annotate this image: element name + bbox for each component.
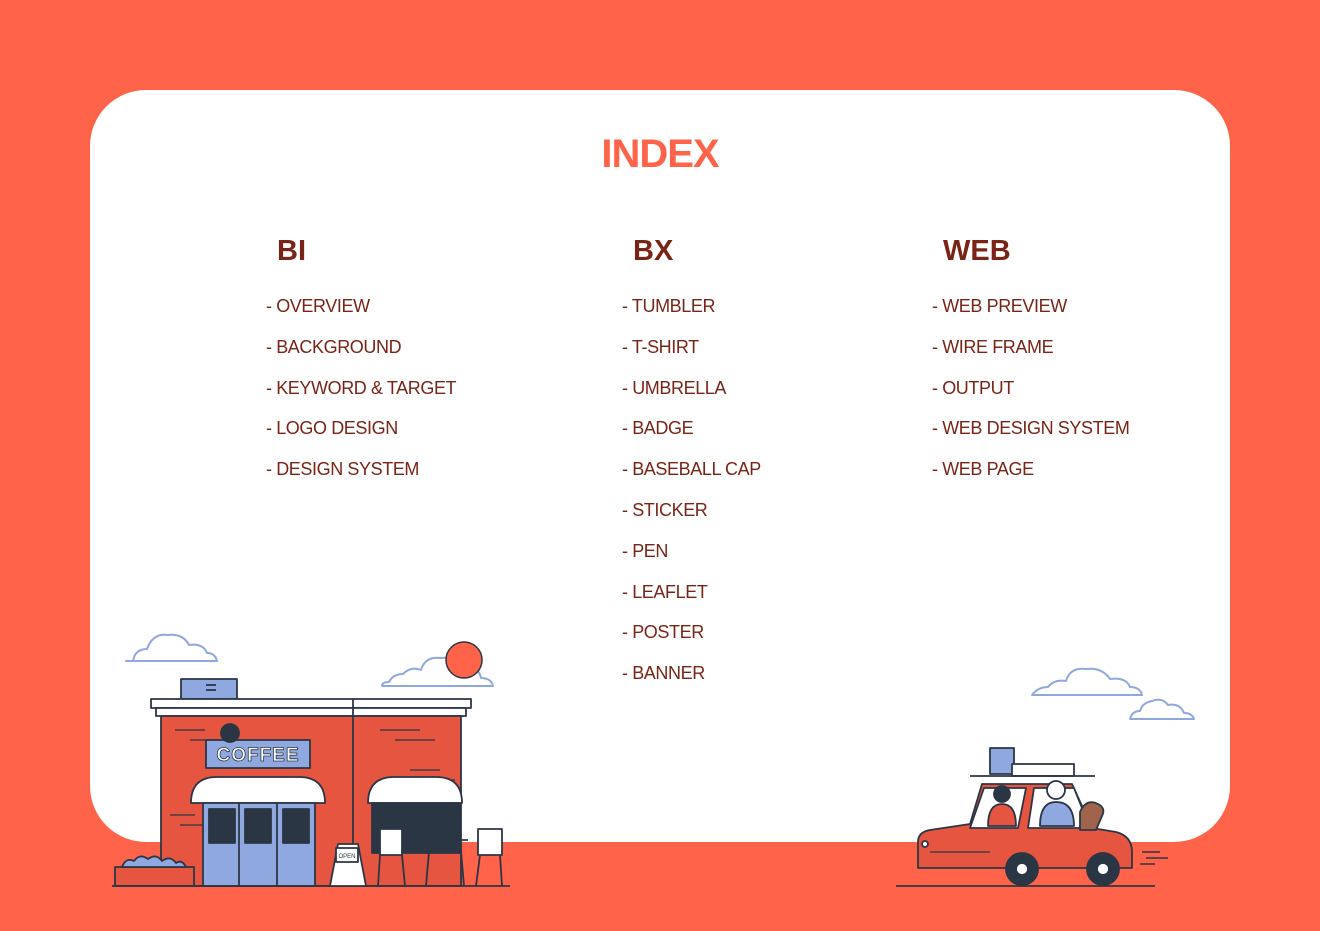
luggage bbox=[989, 747, 1015, 775]
cloud-icon bbox=[125, 633, 218, 662]
roof-ledge bbox=[150, 698, 472, 709]
dog bbox=[1079, 801, 1105, 831]
open-sign-text: OPEN bbox=[338, 854, 355, 860]
coffee-shop-illustration: COFFEE OPEN bbox=[112, 678, 510, 887]
rooftop-unit bbox=[180, 678, 238, 700]
luggage bbox=[1011, 763, 1075, 777]
awning bbox=[190, 776, 326, 804]
awning bbox=[367, 776, 463, 804]
coffee-bean-icon bbox=[220, 723, 240, 743]
cloud-icon bbox=[1031, 667, 1143, 696]
cloud-icon bbox=[1129, 698, 1195, 720]
sun-icon bbox=[445, 641, 483, 679]
illustration-layer: COFFEE OPEN bbox=[112, 633, 1195, 887]
car-illustration bbox=[896, 747, 1168, 887]
coffee-sign-text: COFFEE bbox=[216, 745, 299, 766]
